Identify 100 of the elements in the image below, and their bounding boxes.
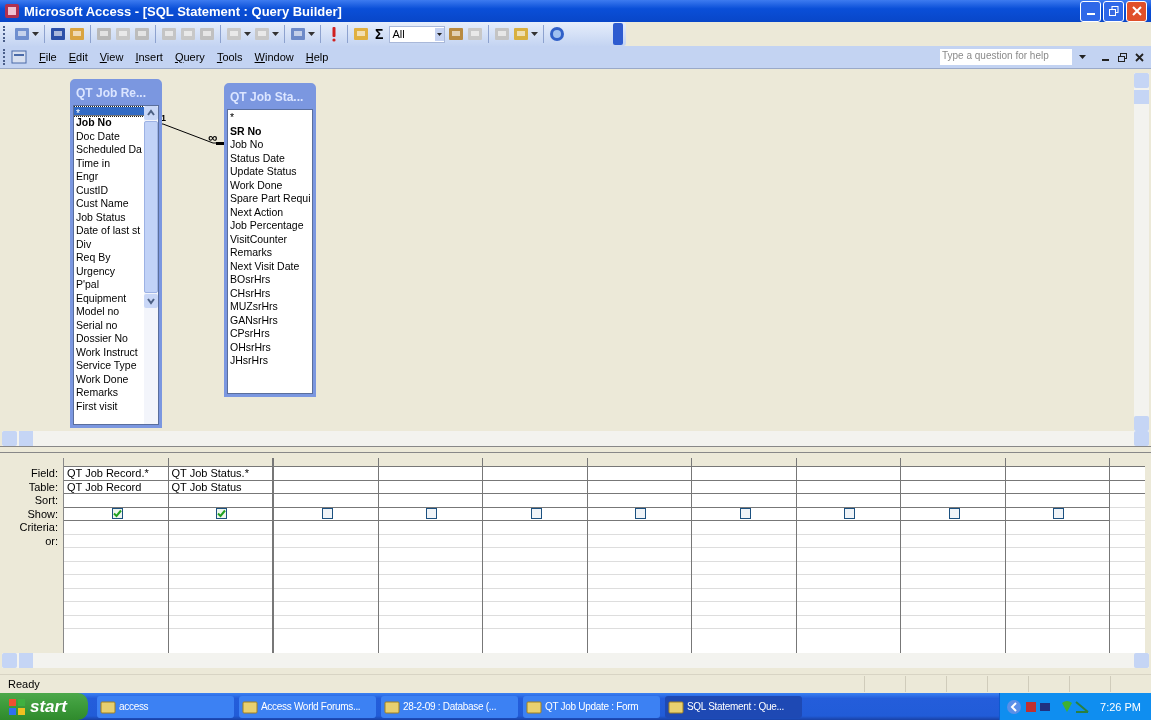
- field-item[interactable]: Service Type: [74, 359, 144, 373]
- column-selector[interactable]: [796, 458, 900, 467]
- taskbar-button[interactable]: Access World Forums...: [239, 695, 376, 718]
- table-cell[interactable]: QT Job Record: [64, 480, 168, 494]
- column-selector[interactable]: [64, 458, 168, 467]
- field-item[interactable]: GANsrHrs: [228, 313, 312, 327]
- field-item[interactable]: Scheduled Da: [74, 143, 144, 157]
- column-selector[interactable]: [378, 458, 482, 467]
- caret-icon[interactable]: [531, 32, 539, 36]
- field-item[interactable]: Work Done: [228, 178, 312, 192]
- field-item[interactable]: Dossier No: [74, 332, 144, 346]
- field-item[interactable]: Engr: [74, 170, 144, 184]
- help-search-field[interactable]: Type a question for help: [939, 48, 1073, 66]
- menu-item[interactable]: Query: [168, 51, 211, 63]
- field-item[interactable]: MUZsrHrs: [228, 300, 312, 314]
- field-item[interactable]: Job No: [74, 116, 144, 130]
- field-item[interactable]: Equipment: [74, 291, 144, 305]
- field-item[interactable]: OHsrHrs: [228, 340, 312, 354]
- field-item[interactable]: Status Date: [228, 151, 312, 165]
- show-checkbox[interactable]: [216, 508, 228, 520]
- table-window[interactable]: [224, 83, 316, 397]
- show-checkbox[interactable]: [426, 508, 438, 520]
- field-item[interactable]: *: [228, 111, 312, 125]
- field-item[interactable]: *: [74, 107, 144, 116]
- field-item[interactable]: Work Done: [74, 372, 144, 386]
- column-selector[interactable]: [587, 458, 691, 467]
- field-item[interactable]: BOsrHrs: [228, 273, 312, 287]
- menu-item[interactable]: Window: [248, 51, 300, 63]
- menu-item[interactable]: File: [33, 51, 63, 63]
- taskbar-button[interactable]: SQL Statement : Que...: [665, 695, 802, 718]
- scroll-up-icon[interactable]: [144, 106, 158, 120]
- field-cell[interactable]: QT Job Status.*: [168, 467, 272, 481]
- taskbar-button[interactable]: access: [97, 695, 234, 718]
- table-cell[interactable]: QT Job Status: [168, 480, 272, 494]
- field-item[interactable]: VisitCounter: [228, 232, 312, 246]
- show-checkbox[interactable]: [948, 508, 960, 520]
- start-button[interactable]: start: [0, 693, 88, 720]
- field-item[interactable]: Cust Name: [74, 197, 144, 211]
- vertical-scrollbar[interactable]: [1134, 73, 1149, 431]
- field-item[interactable]: Spare Part Requi: [228, 192, 312, 206]
- minimize-button[interactable]: [1080, 0, 1101, 22]
- field-item[interactable]: Remarks: [228, 246, 312, 260]
- properties-icon[interactable]: [448, 26, 465, 42]
- field-item[interactable]: CHsrHrs: [228, 286, 312, 300]
- show-checkbox[interactable]: [1053, 508, 1065, 520]
- show-checkbox[interactable]: [635, 508, 647, 520]
- field-item[interactable]: JHsrHrs: [228, 354, 312, 368]
- show-checkbox[interactable]: [321, 508, 333, 520]
- field-item[interactable]: SR No: [228, 124, 312, 138]
- field-item[interactable]: Remarks: [74, 386, 144, 400]
- field-item[interactable]: Next Visit Date: [228, 259, 312, 273]
- column-selector[interactable]: [274, 458, 378, 467]
- field-item[interactable]: Next Action: [228, 205, 312, 219]
- column-selector[interactable]: [692, 458, 796, 467]
- field-item[interactable]: Serial no: [74, 318, 144, 332]
- column-selector[interactable]: [168, 458, 272, 467]
- field-item[interactable]: First visit: [74, 399, 144, 413]
- field-item[interactable]: Model no: [74, 305, 144, 319]
- field-cell[interactable]: QT Job Record.*: [64, 467, 168, 481]
- help-icon[interactable]: [549, 26, 566, 42]
- caret-icon[interactable]: [1079, 55, 1086, 59]
- field-item[interactable]: Time in: [74, 156, 144, 170]
- menu-item[interactable]: Tools: [210, 51, 249, 63]
- scroll-down-icon[interactable]: [144, 294, 158, 308]
- field-item[interactable]: CustID: [74, 183, 144, 197]
- horizontal-scrollbar[interactable]: [2, 431, 1149, 446]
- menu-item[interactable]: Insert: [129, 51, 169, 63]
- column-selector[interactable]: [483, 458, 587, 467]
- show-checkbox[interactable]: [111, 508, 123, 520]
- table-window[interactable]: [70, 79, 162, 428]
- menu-item[interactable]: View: [93, 51, 130, 63]
- column-selector[interactable]: [901, 458, 1005, 467]
- close-button[interactable]: [1126, 0, 1147, 22]
- caret-icon[interactable]: [32, 32, 39, 36]
- horizontal-scrollbar[interactable]: [2, 653, 1149, 668]
- show-checkbox[interactable]: [844, 508, 856, 520]
- column-selector[interactable]: [1005, 458, 1109, 467]
- caret-icon[interactable]: [272, 32, 279, 36]
- show-checkbox[interactable]: [530, 508, 542, 520]
- field-item[interactable]: Update Status: [228, 165, 312, 179]
- close-icon[interactable]: [1135, 52, 1144, 62]
- field-item[interactable]: Job Percentage: [228, 219, 312, 233]
- field-item[interactable]: CPsrHrs: [228, 327, 312, 341]
- save-icon[interactable]: [50, 26, 66, 42]
- totals-button[interactable]: Σ: [372, 26, 387, 42]
- caret-icon[interactable]: [308, 32, 315, 36]
- field-item[interactable]: Job Status: [74, 210, 144, 224]
- form-icon[interactable]: [11, 50, 27, 64]
- restore-button[interactable]: [1103, 0, 1124, 22]
- taskbar-button[interactable]: 28-2-09 : Database (...: [381, 695, 518, 718]
- show-checkbox[interactable]: [739, 508, 751, 520]
- top-values-combo[interactable]: All: [389, 25, 446, 43]
- menu-item[interactable]: Help: [299, 51, 335, 63]
- field-item[interactable]: Job No: [228, 138, 312, 152]
- field-item[interactable]: Req By: [74, 251, 144, 265]
- field-item[interactable]: Date of last st: [74, 224, 144, 238]
- scrollbar[interactable]: [144, 106, 158, 424]
- menu-item[interactable]: Edit: [62, 51, 94, 63]
- restore-icon[interactable]: [1118, 52, 1127, 62]
- field-item[interactable]: P'pal: [74, 278, 144, 292]
